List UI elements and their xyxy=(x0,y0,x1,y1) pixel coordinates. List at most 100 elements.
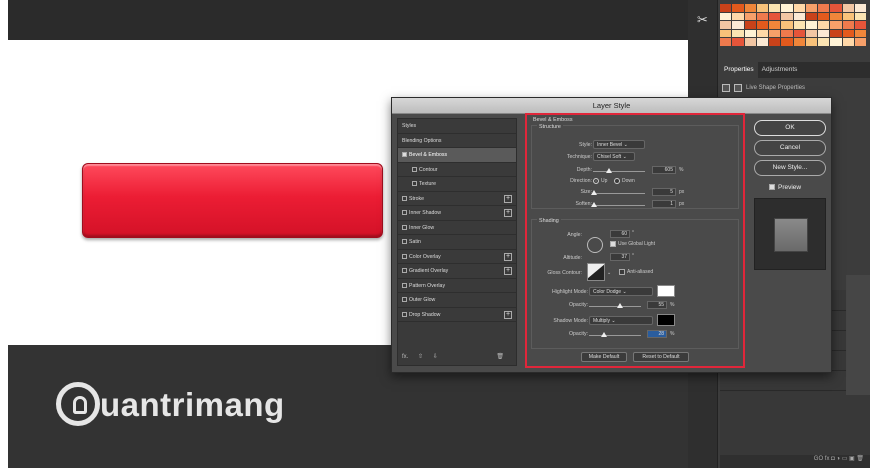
sidebar-item[interactable]: Drop Shadow + xyxy=(398,308,516,322)
add-effect-icon[interactable]: + xyxy=(504,194,512,203)
color-swatch[interactable] xyxy=(769,21,781,29)
style-checkbox[interactable] xyxy=(402,311,407,317)
shadow-mode-select[interactable]: Multiply ⌄ xyxy=(589,316,653,325)
color-swatch[interactable] xyxy=(818,38,830,46)
color-swatch[interactable] xyxy=(732,12,744,21)
direction-up-radio[interactable] xyxy=(593,178,599,184)
color-swatch[interactable] xyxy=(793,12,805,21)
color-swatch[interactable] xyxy=(769,4,781,12)
color-swatch[interactable] xyxy=(744,21,756,29)
tab-properties[interactable]: Properties xyxy=(720,62,758,78)
color-swatch[interactable] xyxy=(756,21,768,29)
swatches-panel[interactable] xyxy=(720,4,866,46)
depth-field[interactable]: 605 xyxy=(652,166,676,174)
color-swatch[interactable] xyxy=(744,38,756,46)
color-swatch[interactable] xyxy=(781,38,793,46)
highlight-mode-select[interactable]: Color Dodge ⌄ xyxy=(589,287,653,296)
highlight-opacity-slider[interactable] xyxy=(589,306,641,307)
color-swatch[interactable] xyxy=(732,4,744,12)
color-swatch[interactable] xyxy=(720,12,732,21)
anti-aliased-checkbox[interactable] xyxy=(619,269,625,275)
color-swatch[interactable] xyxy=(830,21,842,29)
shadow-color-swatch[interactable] xyxy=(657,314,675,326)
tab-adjustments[interactable]: Adjustments xyxy=(758,62,802,78)
color-swatch[interactable] xyxy=(744,12,756,21)
color-swatch[interactable] xyxy=(842,12,854,21)
color-swatch[interactable] xyxy=(756,4,768,12)
color-swatch[interactable] xyxy=(818,29,830,38)
color-swatch[interactable] xyxy=(769,38,781,46)
color-swatch[interactable] xyxy=(781,29,793,38)
direction-down-radio[interactable] xyxy=(614,178,620,184)
size-field[interactable]: 5 xyxy=(652,188,676,196)
soften-thumb[interactable] xyxy=(591,202,597,207)
color-swatch[interactable] xyxy=(854,12,866,21)
color-swatch[interactable] xyxy=(744,4,756,12)
color-swatch[interactable] xyxy=(854,21,866,29)
style-checkbox[interactable] xyxy=(402,195,407,201)
style-checkbox[interactable] xyxy=(402,152,407,157)
add-effect-icon[interactable]: + xyxy=(504,267,512,275)
color-swatch[interactable] xyxy=(805,21,817,29)
fx-icon[interactable]: fx. xyxy=(402,354,408,360)
sidebar-item[interactable]: Inner Glow xyxy=(398,221,516,235)
color-swatch[interactable] xyxy=(744,29,756,38)
color-swatch[interactable] xyxy=(793,21,805,29)
sidebar-item[interactable]: Satin xyxy=(398,235,516,250)
shadow-opacity-slider[interactable] xyxy=(589,335,641,336)
angle-dial[interactable] xyxy=(587,237,603,253)
shadow-opacity-field[interactable]: 28 xyxy=(647,330,667,338)
sidebar-item[interactable]: Gradient Overlay + xyxy=(398,264,516,279)
preview-checkbox[interactable] xyxy=(769,184,775,190)
style-checkbox[interactable] xyxy=(402,210,407,215)
color-swatch[interactable] xyxy=(732,38,744,46)
color-swatch[interactable] xyxy=(720,29,732,38)
ok-button[interactable]: OK xyxy=(754,120,826,136)
soften-slider[interactable] xyxy=(593,205,645,206)
color-swatch[interactable] xyxy=(805,12,817,21)
color-swatch[interactable] xyxy=(781,12,793,21)
color-swatch[interactable] xyxy=(781,21,793,29)
sidebar-item[interactable]: Outer Glow xyxy=(398,293,516,308)
sidebar-item[interactable]: Bevel & Emboss xyxy=(398,148,516,163)
layers-footer-icons[interactable]: GO fx ◘ ◑ ▭ ▣ 🗑 xyxy=(720,455,870,468)
technique-select[interactable]: Chisel Soft ⌄ xyxy=(593,152,635,161)
color-swatch[interactable] xyxy=(732,21,744,29)
color-swatch[interactable] xyxy=(818,4,830,12)
color-swatch[interactable] xyxy=(720,4,732,12)
color-swatch[interactable] xyxy=(818,12,830,21)
gloss-contour-picker[interactable] xyxy=(587,263,605,281)
preview-toggle[interactable]: Preview xyxy=(769,184,801,191)
color-swatch[interactable] xyxy=(830,4,842,12)
color-swatch[interactable] xyxy=(793,38,805,46)
color-swatch[interactable] xyxy=(842,21,854,29)
highlight-color-swatch[interactable] xyxy=(657,285,675,297)
color-swatch[interactable] xyxy=(732,29,744,38)
add-effect-icon[interactable]: + xyxy=(504,310,512,319)
color-swatch[interactable] xyxy=(756,38,768,46)
color-swatch[interactable] xyxy=(854,29,866,38)
sidebar-item[interactable]: Blending Options xyxy=(398,134,516,148)
color-swatch[interactable] xyxy=(842,29,854,38)
use-global-light-checkbox[interactable] xyxy=(610,241,616,247)
cancel-button[interactable]: Cancel xyxy=(754,140,826,156)
color-swatch[interactable] xyxy=(830,12,842,21)
style-checkbox[interactable] xyxy=(402,253,407,259)
new-style-button[interactable]: New Style... xyxy=(754,160,826,176)
sidebar-item[interactable]: Styles xyxy=(398,119,516,134)
color-swatch[interactable] xyxy=(793,4,805,12)
altitude-field[interactable]: 37 xyxy=(610,253,630,261)
style-checkbox[interactable] xyxy=(402,268,407,273)
color-swatch[interactable] xyxy=(769,12,781,21)
color-swatch[interactable] xyxy=(756,12,768,21)
sidebar-item[interactable]: Pattern Overlay xyxy=(398,279,516,293)
color-swatch[interactable] xyxy=(854,38,866,46)
style-checkbox[interactable] xyxy=(402,297,407,302)
sidebar-item[interactable]: Color Overlay + xyxy=(398,250,516,264)
gloss-dropdown-icon[interactable]: ⌄ xyxy=(607,270,611,276)
reset-to-default-button[interactable]: Reset to Default xyxy=(633,352,689,362)
color-swatch[interactable] xyxy=(830,29,842,38)
sidebar-item[interactable]: Contour xyxy=(398,163,516,177)
color-swatch[interactable] xyxy=(720,21,732,29)
color-swatch[interactable] xyxy=(781,4,793,12)
